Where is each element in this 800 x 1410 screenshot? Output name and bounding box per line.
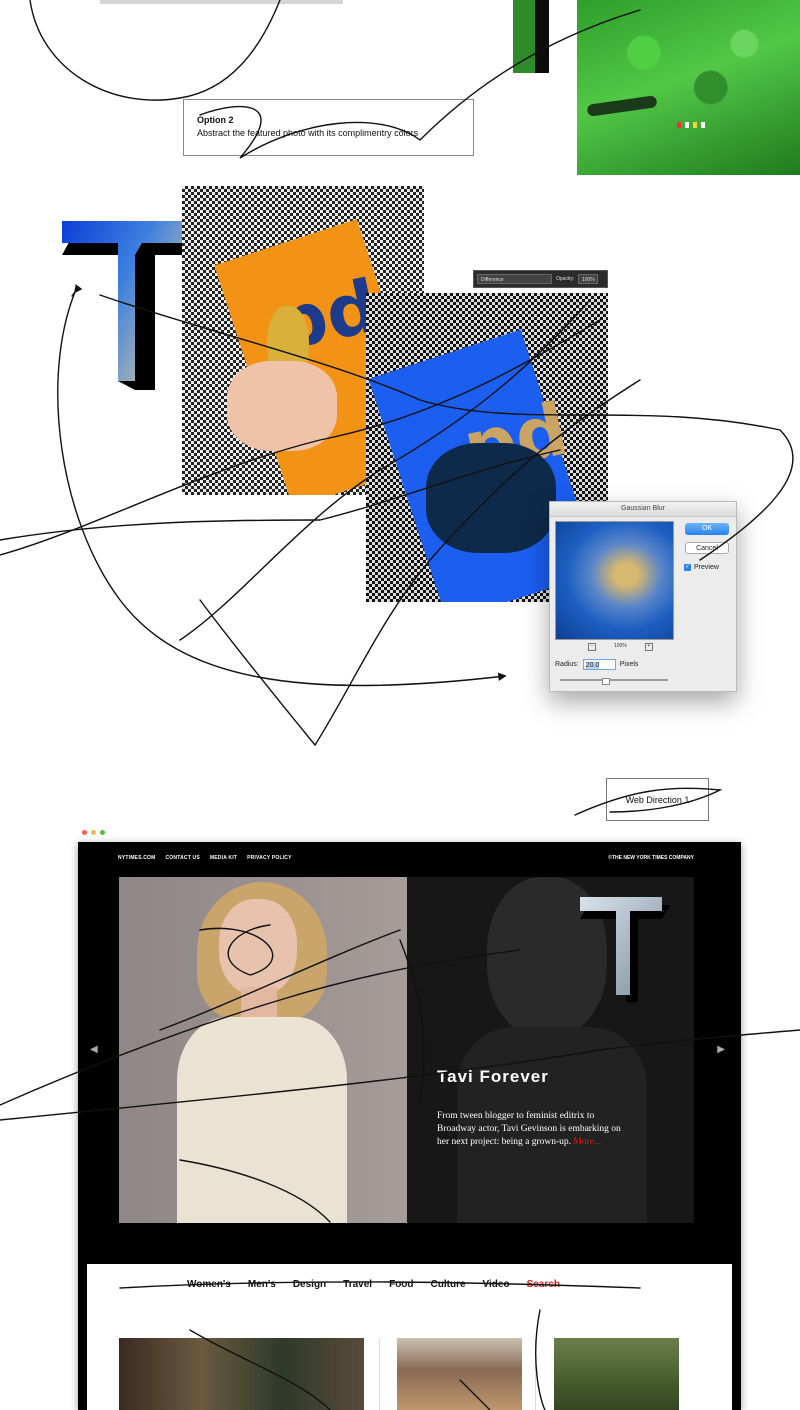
preview-checkbox[interactable]: ✓ Preview (684, 564, 719, 571)
opacity-field[interactable]: 100% (578, 274, 599, 284)
nav-item-search[interactable]: Search (527, 1279, 560, 1290)
chevron-right-icon[interactable]: ▶ (717, 1044, 725, 1055)
copyright: ©THE NEW YORK TIMES COMPANY (608, 855, 694, 861)
dialog-title: Gaussian Blur (550, 502, 736, 517)
divider (379, 1338, 380, 1410)
blur-preview (555, 521, 674, 640)
hero-photo (119, 877, 407, 1223)
cancel-button[interactable]: Cancel (685, 542, 729, 554)
ok-button[interactable]: OK (685, 523, 729, 535)
blend-mode-select[interactable]: Difference (477, 274, 552, 284)
nav-item-design[interactable]: Design (293, 1279, 326, 1290)
radius-unit: Pixels (619, 661, 639, 668)
option-title: Option 2 (197, 115, 234, 125)
more-link[interactable]: More... (573, 1137, 601, 1147)
hero-t-logo-icon (580, 897, 670, 1002)
section-nav: Women's Men's Design Travel Food Culture… (87, 1264, 732, 1307)
article-thumbnail[interactable] (397, 1338, 522, 1410)
content-grid (87, 1306, 732, 1410)
divider (535, 1338, 536, 1410)
top-nav-item[interactable]: CONTACT US (165, 855, 199, 861)
zoom-controls: − 100% + (588, 643, 653, 651)
nav-item-culture[interactable]: Culture (431, 1279, 466, 1290)
blend-mode-toolbar: Difference Opacity: 100% (473, 270, 608, 288)
nav-item-video[interactable]: Video (483, 1279, 510, 1290)
preview-label: Preview (694, 564, 719, 571)
option-description: Abstract the featured photo with its com… (197, 128, 419, 138)
radius-slider[interactable] (560, 678, 668, 685)
radius-row: Radius: 20.0 Pixels (555, 659, 638, 670)
top-nav-item[interactable]: NYTIMES.COM (118, 855, 155, 861)
maximize-dot[interactable] (100, 830, 105, 835)
top-image-strip (100, 0, 343, 4)
close-dot[interactable] (82, 830, 87, 835)
web-direction-label: Web Direction 1 (606, 778, 709, 821)
gaussian-blur-dialog: Gaussian Blur − 100% + OK Cancel ✓ Previ… (549, 501, 737, 692)
hero-title: Tavi Forever (437, 1067, 549, 1086)
nav-item-travel[interactable]: Travel (343, 1279, 372, 1290)
window-controls (82, 830, 105, 835)
radius-input[interactable]: 20.0 (582, 659, 616, 670)
website-mockup: NYTIMES.COM CONTACT US MEDIA KIT PRIVACY… (78, 842, 741, 1410)
opacity-label: Opacity: (556, 276, 575, 282)
nav-item-mens[interactable]: Men's (248, 1279, 276, 1290)
option-box: Option 2 Abstract the featured photo wit… (183, 99, 474, 156)
nav-item-food[interactable]: Food (389, 1279, 413, 1290)
top-green-strip (513, 0, 549, 73)
chevron-left-icon[interactable]: ◀ (90, 1044, 98, 1055)
slider-knob[interactable] (602, 678, 610, 685)
article-thumbnail[interactable] (554, 1338, 679, 1410)
radius-label: Radius: (555, 661, 579, 668)
minimize-dot[interactable] (91, 830, 96, 835)
park-photo (577, 0, 800, 175)
zoom-out-button[interactable]: − (588, 643, 596, 651)
article-thumbnail[interactable] (119, 1338, 364, 1410)
top-nav-item[interactable]: MEDIA KIT (210, 855, 237, 861)
zoom-level: 100% (614, 643, 627, 649)
top-nav-item[interactable]: PRIVACY POLICY (247, 855, 292, 861)
hero-text: From tween blogger to feminist editrix t… (437, 1110, 627, 1149)
top-nav: NYTIMES.COM CONTACT US MEDIA KIT PRIVACY… (118, 855, 292, 861)
zoom-in-button[interactable]: + (644, 643, 653, 651)
checkmark-icon: ✓ (684, 564, 691, 571)
nav-item-womens[interactable]: Women's (187, 1279, 231, 1290)
